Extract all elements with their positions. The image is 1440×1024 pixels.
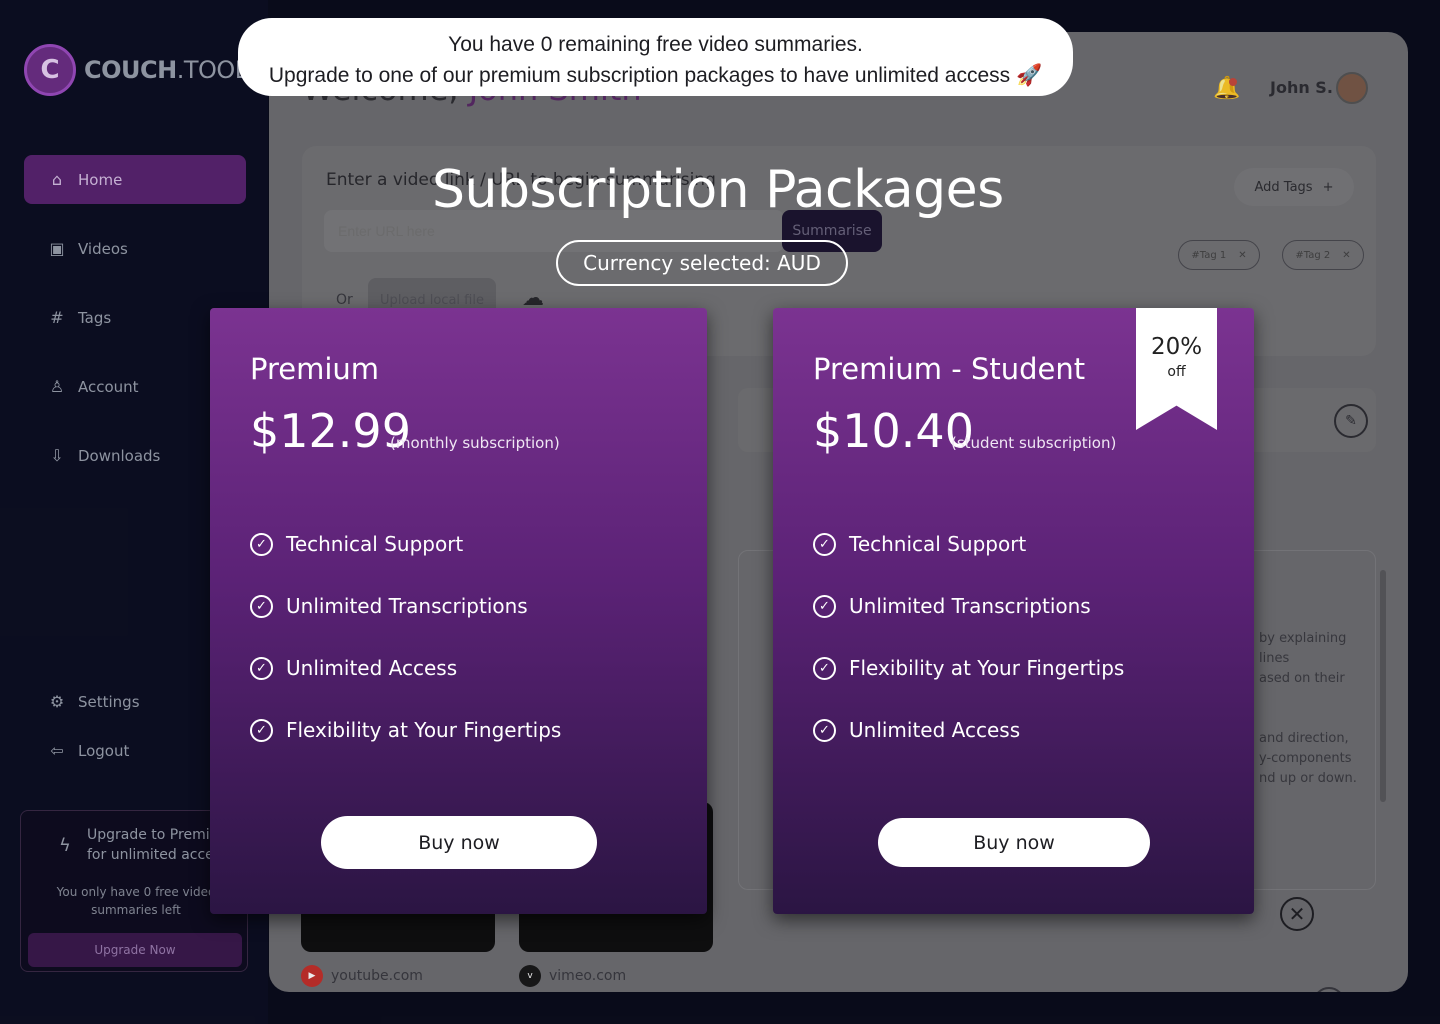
plan-feature: ✓ Unlimited Transcriptions: [813, 594, 1091, 618]
feature-label: Technical Support: [849, 532, 1027, 556]
check-circle-icon: ✓: [250, 718, 273, 742]
check-circle-icon: ✓: [250, 656, 273, 680]
plan-feature: ✓ Unlimited Access: [250, 656, 457, 680]
discount-percent: 20%: [1150, 334, 1203, 360]
toast-line: Upgrade to one of our premium subscripti…: [268, 64, 1043, 87]
plan-feature: ✓ Flexibility at Your Fingertips: [250, 718, 561, 742]
plan-card-premium: Premium $12.99 (monthly subscription) ✓ …: [210, 308, 707, 914]
check-circle-icon: ✓: [813, 532, 836, 556]
check-circle-icon: ✓: [813, 594, 836, 618]
plan-price: $10.40: [813, 404, 974, 458]
plan-feature: ✓ Unlimited Transcriptions: [250, 594, 528, 618]
feature-label: Flexibility at Your Fingertips: [286, 718, 562, 742]
plan-name: Premium - Student: [813, 352, 1086, 386]
buy-now-button[interactable]: Buy now: [878, 818, 1150, 867]
feature-label: Technical Support: [286, 532, 464, 556]
currency-selector[interactable]: Currency selected: AUD: [556, 240, 848, 286]
check-circle-icon: ✓: [813, 656, 836, 680]
plan-feature: ✓ Flexibility at Your Fingertips: [813, 656, 1124, 680]
plan-feature: ✓ Unlimited Access: [813, 718, 1020, 742]
plan-name: Premium: [250, 352, 380, 386]
feature-label: Unlimited Access: [286, 656, 458, 680]
plan-price: $12.99: [250, 404, 411, 458]
discount-label: off: [1167, 364, 1186, 380]
modal-title: Subscription Packages: [432, 160, 1004, 220]
feature-label: Unlimited Transcriptions: [286, 594, 528, 618]
toast-line: You have 0 remaining free video summarie…: [448, 33, 863, 56]
plan-feature: ✓ Technical Support: [813, 532, 1026, 556]
free-summaries-toast: You have 0 remaining free video summarie…: [238, 18, 1073, 96]
plan-note: (monthly subscription): [390, 434, 560, 452]
feature-label: Unlimited Access: [849, 718, 1021, 742]
plan-note: (student subscription): [951, 434, 1117, 452]
discount-ribbon: 20% off: [1136, 308, 1217, 430]
feature-label: Flexibility at Your Fingertips: [849, 656, 1125, 680]
check-circle-icon: ✓: [250, 532, 273, 556]
close-icon[interactable]: ✕: [1280, 897, 1314, 931]
check-circle-icon: ✓: [250, 594, 273, 618]
plan-card-premium-student: Premium - Student $10.40 (student subscr…: [773, 308, 1254, 914]
check-circle-icon: ✓: [813, 718, 836, 742]
plan-feature: ✓ Technical Support: [250, 532, 463, 556]
feature-label: Unlimited Transcriptions: [849, 594, 1091, 618]
buy-now-button[interactable]: Buy now: [321, 816, 597, 869]
